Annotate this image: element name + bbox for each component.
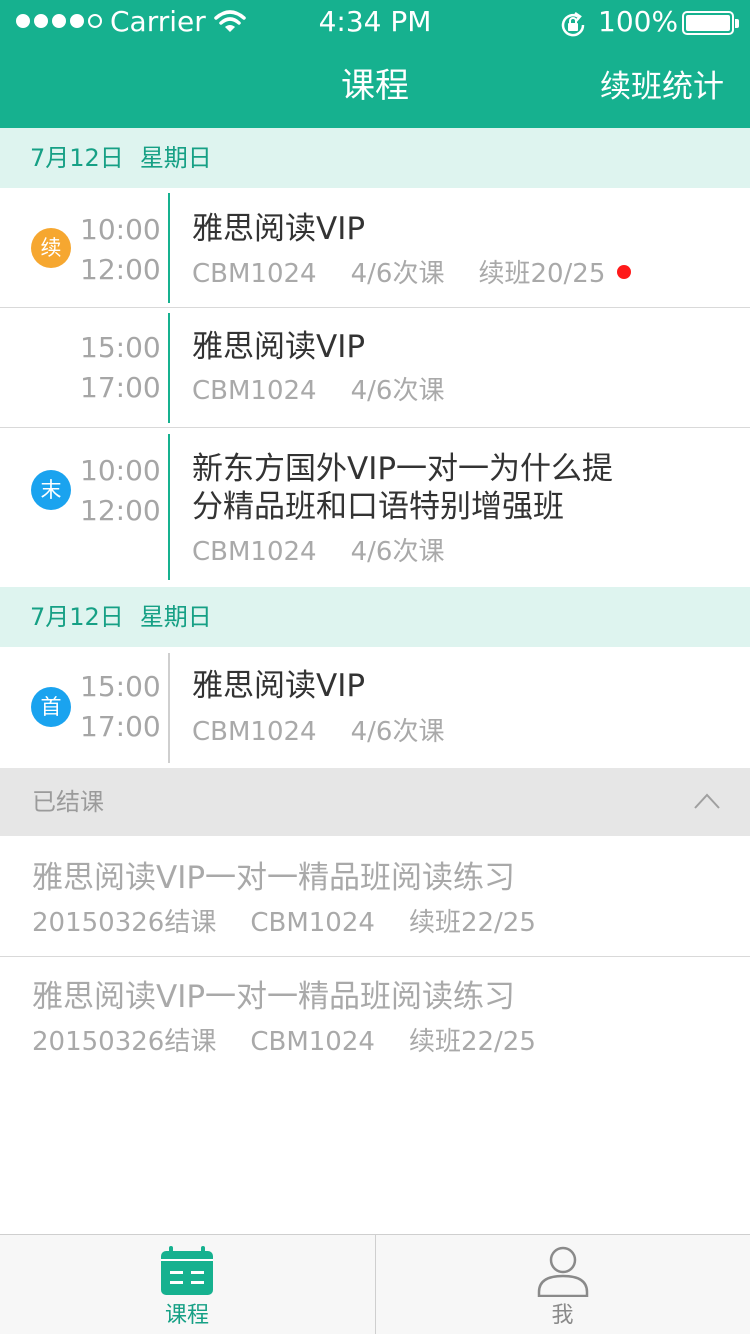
finished-course-row[interactable]: 雅思阅读VIP一对一精品班阅读练习 20150326结课 CBM1024 续班22/… [0,957,750,1077]
battery-icon [682,11,739,35]
start-time: 10:00 [80,454,161,487]
renewal-count: 续班22/25 [408,908,536,938]
lesson-progress: 4/6次课 [350,537,445,567]
tab-label: 课程 [164,1303,209,1328]
chevron-up-icon[interactable] [694,792,720,810]
weekday-label: 星期日 [139,603,212,631]
class-code: CBM1024 [192,717,317,747]
date-header: 7月12日 星期日 [0,587,750,647]
course-row[interactable]: 首 15:00 17:00 雅思阅读VIP CBM1024 4/6次课 [0,647,750,768]
start-time: 15:00 [80,331,161,364]
time-range: 15:00 17:00 [80,328,161,408]
start-time: 10:00 [80,213,161,246]
lesson-progress: 4/6次课 [350,717,445,747]
start-time: 15:00 [80,670,161,703]
tab-me[interactable]: 我 [375,1235,749,1334]
course-row[interactable]: 末 10:00 12:00 新东方国外VIP一对一为什么提分精品班和口语特别增强… [0,428,750,587]
tab-bar: 课程 我 [0,1234,750,1334]
end-date: 20150326结课 [32,908,217,938]
class-code: CBM1024 [192,537,317,567]
time-range: 10:00 12:00 [80,210,161,290]
finished-course-meta: 20150326结课 CBM1024 续班22/25 [32,1024,570,1060]
lesson-progress: 4/6次课 [350,259,445,289]
course-meta: CBM1024 4/6次课 [192,373,478,409]
nav-header: Carrier 4:34 PM 100% 课程 续班统计 [0,0,750,128]
course-row[interactable]: 15:00 17:00 雅思阅读VIP CBM1024 4/6次课 [0,308,750,428]
calendar-icon [161,1246,213,1295]
finished-label: 已结课 [32,788,104,816]
final-lesson-badge: 末 [31,470,71,510]
lesson-progress: 4/6次课 [350,376,445,406]
renewal-count: 续班22/25 [408,1027,536,1057]
rotation-lock-icon [561,11,585,37]
end-date: 20150326结课 [32,1027,217,1057]
timeline-bar [168,193,170,303]
date-label: 7月12日 [30,144,124,172]
battery-percent: 100% [598,5,679,38]
date-label: 7月12日 [30,603,124,631]
timeline-bar [168,313,170,423]
course-title: 雅思阅读VIP [192,329,366,365]
timeline-bar [168,434,170,580]
class-code: CBM1024 [250,1027,375,1057]
time-range: 10:00 12:00 [80,451,161,531]
alert-dot-icon [617,264,632,279]
class-code: CBM1024 [250,908,375,938]
course-title: 雅思阅读VIP [192,668,366,704]
first-lesson-badge: 首 [31,687,71,727]
tab-courses[interactable]: 课程 [0,1235,374,1334]
finished-course-title: 雅思阅读VIP一对一精品班阅读练习 [32,979,516,1015]
class-code: CBM1024 [192,259,317,289]
finished-course-row[interactable]: 雅思阅读VIP一对一精品班阅读练习 20150326结课 CBM1024 续班22/… [0,836,750,957]
finished-course-meta: 20150326结课 CBM1024 续班22/25 [32,905,570,941]
renewal-count: 续班20/25 [478,259,606,289]
end-time: 17:00 [80,710,161,743]
finished-section-header[interactable]: 已结课 [0,768,750,836]
course-title: 雅思阅读VIP [192,211,366,247]
date-header: 7月12日 星期日 [0,128,750,188]
renewal-badge: 续 [31,228,71,268]
person-icon [537,1246,588,1297]
tab-label: 我 [551,1303,574,1328]
course-meta: CBM1024 4/6次课 [192,714,478,750]
course-title: 新东方国外VIP一对一为什么提分精品班和口语特别增强班 [192,451,614,525]
class-code: CBM1024 [192,376,317,406]
weekday-label: 星期日 [139,144,212,172]
finished-course-title: 雅思阅读VIP一对一精品班阅读练习 [32,860,516,896]
status-bar: Carrier 4:34 PM 100% [0,0,750,44]
course-meta: CBM1024 4/6次课 [192,534,478,570]
end-time: 12:00 [80,253,161,286]
end-time: 17:00 [80,371,161,404]
renewal-stats-button[interactable]: 续班统计 [600,64,724,110]
end-time: 12:00 [80,494,161,527]
time-range: 15:00 17:00 [80,667,161,747]
timeline-bar [168,653,170,763]
course-meta: CBM1024 4/6次课 续班20/25 [192,256,632,292]
course-row[interactable]: 续 10:00 12:00 雅思阅读VIP CBM1024 4/6次课 续班20/2… [0,188,750,308]
